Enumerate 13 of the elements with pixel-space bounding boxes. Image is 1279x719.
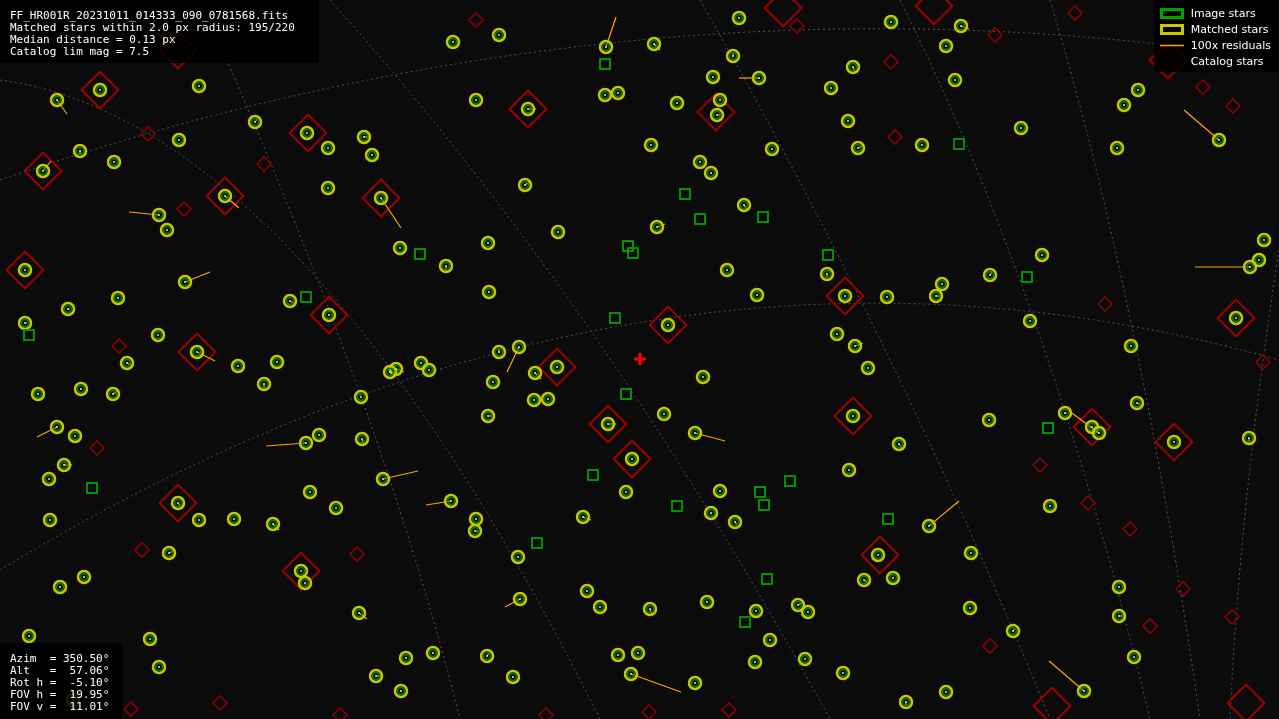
legend-label: Image stars <box>1190 6 1256 20</box>
info-text: Median distance = 0.13 px <box>10 34 177 46</box>
info-text: Matched stars within 2.0 px radius: 195/220 <box>10 22 296 34</box>
info-text: FF_HR001R_20231011_014333_090_0781568.fits <box>10 10 290 22</box>
pointing-text: FOV v = 11.01° <box>10 701 111 713</box>
pointing-text: FOV h = 19.95° <box>10 689 111 701</box>
info-text: Catalog lim mag = 7.5 <box>10 46 151 58</box>
legend-label: Catalog stars <box>1190 54 1264 68</box>
legend-label: Matched stars <box>1190 22 1269 36</box>
pointing-text: Azim = 350.50° <box>10 653 111 665</box>
legend-label: 100x residuals <box>1190 38 1271 52</box>
pointing-text: Alt = 57.06° <box>10 665 111 677</box>
pointing-text: Rot h = -5.10° <box>10 677 111 689</box>
